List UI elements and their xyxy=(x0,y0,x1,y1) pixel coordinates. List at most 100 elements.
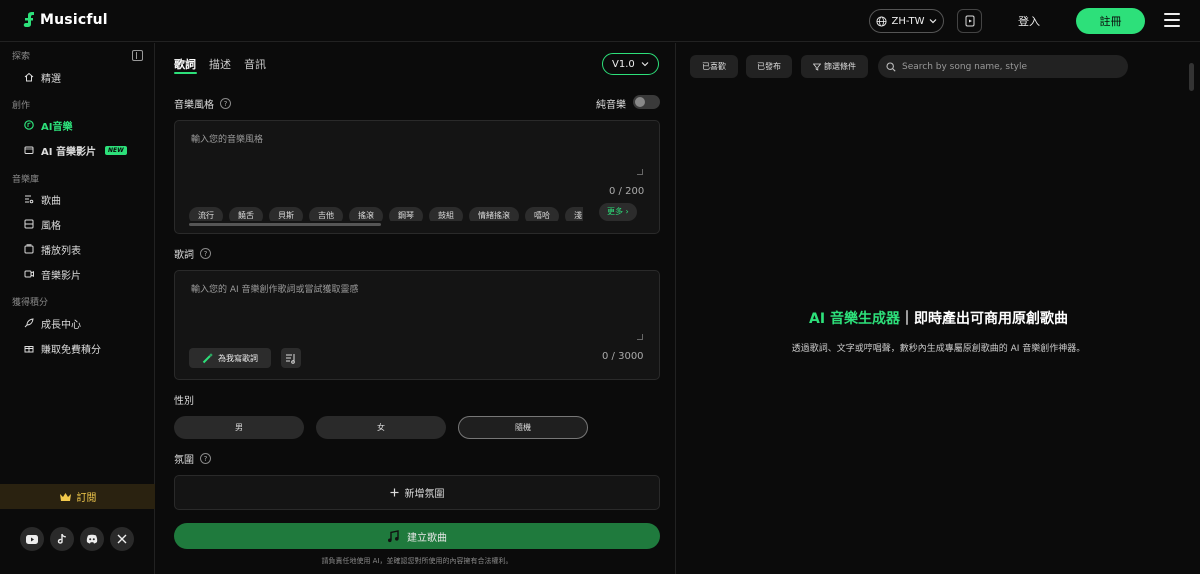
chevron-down-icon xyxy=(929,19,936,24)
help-icon[interactable]: ? xyxy=(220,98,231,109)
chips-scrollbar[interactable] xyxy=(189,223,381,226)
style-chip[interactable]: 饒舌 xyxy=(229,207,263,221)
gender-male-button[interactable]: 男 xyxy=(174,416,304,439)
sidebar-item-label: 成長中心 xyxy=(41,319,81,331)
mood-label-text: 氛圍 xyxy=(174,455,194,466)
sidebar-item-ai-music[interactable]: AI音樂 xyxy=(24,118,73,133)
song-list-icon xyxy=(24,194,34,204)
music-notes-icon xyxy=(388,529,399,542)
gender-label: 性別 xyxy=(174,392,194,407)
write-lyrics-button[interactable]: 為我寫歌詞 xyxy=(189,348,271,368)
video-icon xyxy=(24,145,34,155)
lyrics-label-text: 歌詞 xyxy=(174,250,194,261)
lyrics-structure-button[interactable] xyxy=(281,348,301,368)
resize-handle[interactable] xyxy=(637,169,643,175)
lyrics-input-box[interactable]: 輸入您的 AI 音樂創作歌詞或嘗試獲取靈感 為我寫歌詞 0 / 3000 xyxy=(174,270,660,380)
style-label: 音樂風格 ? xyxy=(174,96,231,111)
style-chip[interactable]: 吉他 xyxy=(309,207,343,221)
youtube-icon[interactable] xyxy=(20,527,44,551)
crown-icon xyxy=(59,492,71,501)
style-char-counter: 0 / 200 xyxy=(609,186,645,197)
sidebar-item-label: 歌曲 xyxy=(41,195,61,207)
palette-icon xyxy=(24,219,34,229)
style-chip[interactable]: 貝斯 xyxy=(269,207,303,221)
tiktok-icon[interactable] xyxy=(50,527,74,551)
sidebar-item-playlists[interactable]: 播放列表 xyxy=(24,242,81,257)
sidebar-item-ai-music-video[interactable]: AI 音樂影片 NEW xyxy=(24,143,127,158)
funnel-icon xyxy=(813,63,821,71)
sidebar-item-label: 賺取免費積分 xyxy=(41,344,101,356)
style-chip[interactable]: 鋼琴 xyxy=(389,207,423,221)
create-song-label: 建立歌曲 xyxy=(407,532,447,544)
sidebar-item-styles[interactable]: 風格 xyxy=(24,217,61,232)
top-header: Musicful ZH-TW 登入 註冊 xyxy=(0,0,1200,42)
filter-conditions-button[interactable]: 篩選條件 xyxy=(801,55,868,78)
sidebar-item-songs[interactable]: 歌曲 xyxy=(24,192,61,207)
filter-liked-button[interactable]: 已喜歡 xyxy=(690,55,738,78)
home-icon xyxy=(24,72,34,82)
register-button[interactable]: 註冊 xyxy=(1076,8,1145,34)
lyrics-label: 歌詞 ? xyxy=(174,246,211,261)
sidebar-item-earn-credits[interactable]: 賺取免費積分 xyxy=(24,341,101,356)
gift-icon xyxy=(24,343,34,353)
style-input[interactable]: 輸入您的音樂風格 xyxy=(191,132,263,145)
mood-label: 氛圍 ? xyxy=(174,451,211,466)
style-chip[interactable]: 流行 xyxy=(189,207,223,221)
version-selector[interactable]: V1.0 xyxy=(602,53,659,75)
section-label-create: 創作 xyxy=(12,101,31,111)
lyrics-char-counter: 0 / 3000 xyxy=(602,351,644,362)
filter-published-button[interactable]: 已發布 xyxy=(746,55,792,78)
x-twitter-icon[interactable] xyxy=(110,527,134,551)
tab-lyrics[interactable]: 歌詞 xyxy=(174,56,196,72)
song-search-input[interactable]: Search by song name, style xyxy=(878,55,1128,78)
rocket-icon xyxy=(24,318,34,328)
write-lyrics-label: 為我寫歌詞 xyxy=(218,353,258,363)
sidebar: 探索 精選 創作 AI音樂 AI 音樂影片 NEW 音樂庫 歌曲 風格 播放列表… xyxy=(0,43,155,574)
filter-liked-label: 已喜歡 xyxy=(702,62,726,71)
add-mood-button[interactable]: 新增氛圍 xyxy=(174,475,660,510)
tab-audio[interactable]: 音訊 xyxy=(244,56,266,72)
lyrics-input[interactable]: 輸入您的 AI 音樂創作歌詞或嘗試獲取靈感 xyxy=(191,282,359,295)
sidebar-item-music-videos[interactable]: 音樂影片 xyxy=(24,267,81,282)
add-mood-label: 新增氛圍 xyxy=(404,489,445,500)
musicful-logo-icon xyxy=(23,12,34,27)
collapse-sidebar-icon[interactable] xyxy=(132,50,143,61)
sidebar-item-label: 播放列表 xyxy=(41,245,81,257)
tab-description[interactable]: 描述 xyxy=(209,56,231,72)
logo[interactable]: Musicful xyxy=(22,11,108,29)
login-link[interactable]: 登入 xyxy=(1018,13,1040,29)
sidebar-item-growth-center[interactable]: 成長中心 xyxy=(24,316,81,331)
instrumental-toggle[interactable] xyxy=(633,95,660,109)
style-chip[interactable]: 淺 xyxy=(565,207,583,221)
style-chip[interactable]: 鼓組 xyxy=(429,207,463,221)
hero-title-rest: ｜即時產出可商用原創歌曲 xyxy=(899,311,1068,327)
language-selector[interactable]: ZH-TW xyxy=(869,9,944,33)
file-play-icon xyxy=(965,15,974,27)
help-icon[interactable]: ? xyxy=(200,248,211,259)
hero-title: AI 音樂生成器｜即時產出可商用原創歌曲 xyxy=(677,308,1200,328)
sidebar-item-label: AI 音樂影片 xyxy=(41,146,96,158)
more-styles-button[interactable]: 更多 › xyxy=(599,203,637,221)
gender-female-button[interactable]: 女 xyxy=(316,416,446,439)
sidebar-item-featured[interactable]: 精選 xyxy=(24,70,61,85)
style-chip[interactable]: 搖滾 xyxy=(349,207,383,221)
magic-wand-icon xyxy=(202,353,213,364)
active-tab-indicator xyxy=(174,72,197,74)
hamburger-menu-icon[interactable] xyxy=(1164,13,1180,27)
style-input-box[interactable]: 輸入您的音樂風格 0 / 200 流行 饒舌 貝斯 吉他 搖滾 鋼琴 鼓組 情緒搖滾 嘻哈淺 更… xyxy=(174,120,660,234)
download-app-button[interactable] xyxy=(957,9,982,33)
hero-title-highlight: AI 音樂生成器 xyxy=(809,311,900,327)
help-icon[interactable]: ? xyxy=(200,453,211,464)
usage-disclaimer: 請負責任地使用 AI，並確認您對所使用的內容擁有合法權利。 xyxy=(321,557,513,565)
sidebar-item-label: AI音樂 xyxy=(41,121,73,133)
create-song-button[interactable]: 建立歌曲 xyxy=(174,523,660,549)
resize-handle[interactable] xyxy=(637,334,643,340)
discord-icon[interactable] xyxy=(80,527,104,551)
filter-conditions-label: 篩選條件 xyxy=(824,62,856,71)
sidebar-item-label: 風格 xyxy=(41,220,61,232)
style-chip[interactable]: 嘻哈 xyxy=(525,207,559,221)
style-chip[interactable]: 情緒搖滾 xyxy=(469,207,519,221)
section-label-explore: 探索 xyxy=(12,52,31,62)
subscribe-button[interactable]: 訂閱 xyxy=(0,484,155,509)
gender-random-button[interactable]: 隨機 xyxy=(458,416,588,439)
